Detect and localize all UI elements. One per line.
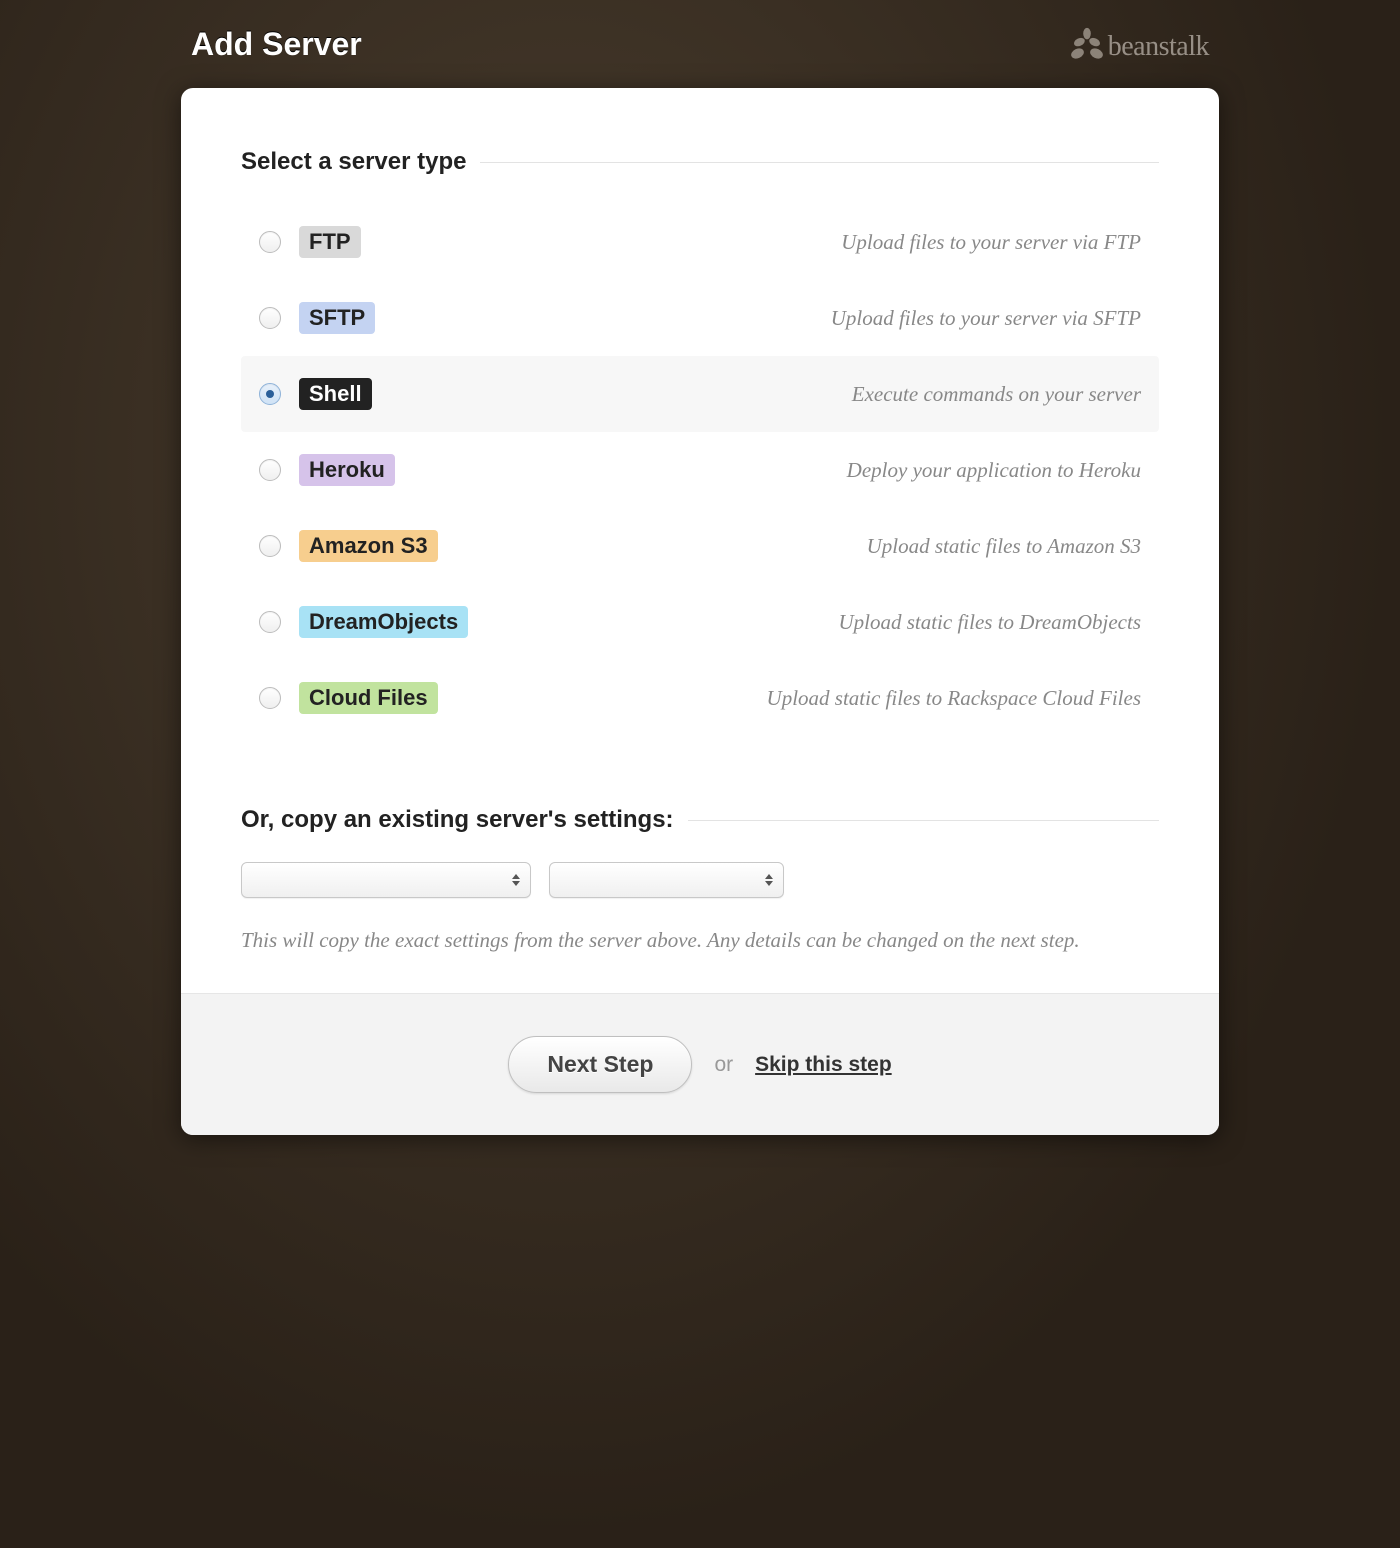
section-head-server-type: Select a server type [241,148,1159,176]
logo-text: beanstalk [1108,31,1209,63]
badge-sftp: SFTP [299,302,375,334]
copy-source-env-select[interactable] [549,862,784,898]
option-desc-sftp: Upload files to your server via SFTP [831,306,1141,331]
server-type-option-sftp[interactable]: SFTP Upload files to your server via SFTP [241,280,1159,356]
select-arrows-icon [765,874,773,886]
radio-sftp[interactable] [259,307,281,329]
server-type-option-ftp[interactable]: FTP Upload files to your server via FTP [241,204,1159,280]
beanstalk-leaf-icon [1068,25,1106,63]
server-type-option-cloudfiles[interactable]: Cloud Files Upload static files to Racksp… [241,660,1159,736]
option-desc-heroku: Deploy your application to Heroku [847,458,1141,483]
logo: beanstalk [1068,25,1209,63]
server-type-option-heroku[interactable]: Heroku Deploy your application to Heroku [241,432,1159,508]
copy-title: Or, copy an existing server's settings: [241,806,688,834]
radio-shell[interactable] [259,383,281,405]
badge-ftp: FTP [299,226,361,258]
page-title: Add Server [191,26,362,63]
option-desc-s3: Upload static files to Amazon S3 [867,534,1141,559]
badge-dreamobjects: DreamObjects [299,606,468,638]
divider [688,820,1159,821]
section-title: Select a server type [241,148,480,176]
copy-source-server-select[interactable] [241,862,531,898]
footer: Next Step or Skip this step [181,993,1219,1135]
badge-heroku: Heroku [299,454,395,486]
server-type-options: FTP Upload files to your server via FTP SF… [241,204,1159,736]
select-arrows-icon [512,874,520,886]
divider [480,162,1159,163]
card: Select a server type FTP Upload files to … [181,88,1219,1135]
radio-s3[interactable] [259,535,281,557]
radio-dreamobjects[interactable] [259,611,281,633]
next-step-button[interactable]: Next Step [508,1036,692,1093]
radio-heroku[interactable] [259,459,281,481]
server-type-option-shell[interactable]: Shell Execute commands on your server [241,356,1159,432]
badge-s3: Amazon S3 [299,530,438,562]
badge-shell: Shell [299,378,372,410]
server-type-option-dreamobjects[interactable]: DreamObjects Upload static files to Dream… [241,584,1159,660]
header-bar: Add Server beanstalk [181,25,1219,88]
radio-cloudfiles[interactable] [259,687,281,709]
skip-step-link[interactable]: Skip this step [755,1053,892,1077]
option-desc-cloudfiles: Upload static files to Rackspace Cloud F… [767,686,1141,711]
option-desc-shell: Execute commands on your server [852,382,1141,407]
server-type-option-s3[interactable]: Amazon S3 Upload static files to Amazon S… [241,508,1159,584]
option-desc-ftp: Upload files to your server via FTP [841,230,1141,255]
radio-ftp[interactable] [259,231,281,253]
badge-cloudfiles: Cloud Files [299,682,438,714]
option-desc-dreamobjects: Upload static files to DreamObjects [838,610,1141,635]
copy-help-text: This will copy the exact settings from t… [241,928,1159,953]
section-head-copy: Or, copy an existing server's settings: [241,806,1159,834]
or-text: or [714,1053,733,1077]
